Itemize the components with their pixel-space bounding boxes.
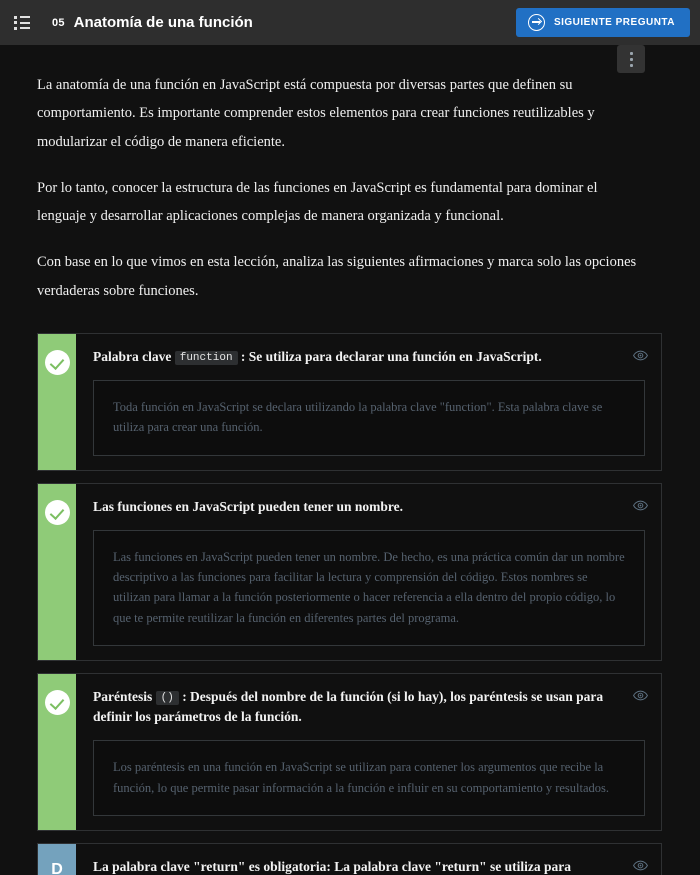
option-card[interactable]: Paréntesis () : Después del nombre de la…	[37, 672, 662, 831]
option-selected-indicator[interactable]	[38, 673, 76, 830]
vertical-dots-icon-dot	[629, 57, 633, 61]
option-card[interactable]: D La palabra clave "return" es obligatori…	[37, 842, 662, 875]
eye-icon[interactable]	[633, 348, 648, 361]
check-icon	[44, 689, 70, 715]
vertical-dots-icon-dot	[629, 63, 633, 67]
question-number: 05	[52, 16, 65, 29]
options-list: Palabra clave function : Se utiliza para…	[37, 332, 666, 875]
option-code-token: ()	[155, 690, 179, 705]
check-icon	[44, 499, 70, 525]
option-body: Paréntesis () : Después del nombre de la…	[76, 674, 661, 830]
option-explanation-box: Los paréntesis en una función en JavaScr…	[93, 740, 645, 816]
intro-paragraph-3: Con base en lo que vimos en esta lección…	[37, 254, 637, 299]
option-selected-indicator[interactable]	[38, 333, 76, 470]
vertical-dots-icon-dot	[629, 51, 633, 55]
option-letter-indicator[interactable]: D	[38, 843, 76, 875]
option-title: Las funciones en JavaScript pueden tener…	[93, 497, 645, 517]
option-body: Palabra clave function : Se utiliza para…	[76, 334, 661, 470]
option-body: La palabra clave "return" es obligatoria…	[76, 844, 661, 875]
option-title-text: Palabra clave	[93, 348, 172, 364]
option-explanation-text: Las funciones en JavaScript pueden tener…	[113, 549, 625, 625]
option-title-text: Las funciones en JavaScript pueden tener…	[93, 498, 404, 514]
option-title: La palabra clave "return" es obligatoria…	[93, 857, 645, 875]
option-explanation-text: Los paréntesis en una función en JavaScr…	[113, 760, 610, 795]
arrow-right-circle-icon	[527, 14, 545, 31]
next-question-label: SIGUIENTE PREGUNTA	[553, 17, 675, 28]
check-icon	[44, 349, 70, 375]
option-explanation-box: Las funciones en JavaScript pueden tener…	[93, 529, 645, 646]
list-icon-dot	[14, 26, 17, 30]
option-card[interactable]: Palabra clave function : Se utiliza para…	[37, 332, 662, 471]
option-code-token: function	[174, 350, 238, 365]
next-question-button[interactable]: SIGUIENTE PREGUNTA	[515, 8, 690, 37]
option-title: Paréntesis () : Después del nombre de la…	[93, 687, 645, 728]
intro-text: La anatomía de una función en JavaScript…	[37, 71, 666, 305]
eye-icon[interactable]	[633, 858, 648, 871]
option-selected-indicator[interactable]	[38, 483, 76, 660]
option-explanation-box: Toda función en JavaScript se declara ut…	[93, 380, 645, 456]
list-icon-bar	[20, 21, 30, 24]
option-title: Palabra clave function : Se utiliza para…	[93, 347, 645, 367]
eye-icon[interactable]	[633, 688, 648, 701]
option-body: Las funciones en JavaScript pueden tener…	[76, 484, 661, 660]
list-icon-dot	[14, 21, 17, 24]
intro-paragraph-1: La anatomía de una función en JavaScript…	[37, 77, 595, 150]
overflow-menu-button[interactable]	[617, 45, 645, 73]
list-icon[interactable]	[14, 15, 30, 30]
top-bar: 05 Anatomía de una función SIGUIENTE PRE…	[0, 0, 700, 45]
page-title: Anatomía de una función	[73, 14, 253, 31]
option-title-text-continued: : Se utiliza para declarar una función e…	[240, 348, 542, 364]
option-letter-label: D	[51, 860, 63, 875]
main-content: La anatomía de una función en JavaScript…	[0, 45, 700, 875]
option-title-text: Paréntesis	[93, 688, 153, 704]
option-title-text: La palabra clave "return" es obligatoria…	[93, 858, 571, 874]
option-card[interactable]: Las funciones en JavaScript pueden tener…	[37, 482, 662, 661]
intro-paragraph-2: Por lo tanto, conocer la estructura de l…	[37, 179, 598, 225]
list-icon-dot	[14, 15, 17, 19]
option-explanation-text: Toda función en JavaScript se declara ut…	[113, 400, 603, 435]
list-icon-bar	[20, 16, 30, 18]
list-icon-bar	[20, 27, 30, 29]
eye-icon[interactable]	[633, 498, 648, 510]
